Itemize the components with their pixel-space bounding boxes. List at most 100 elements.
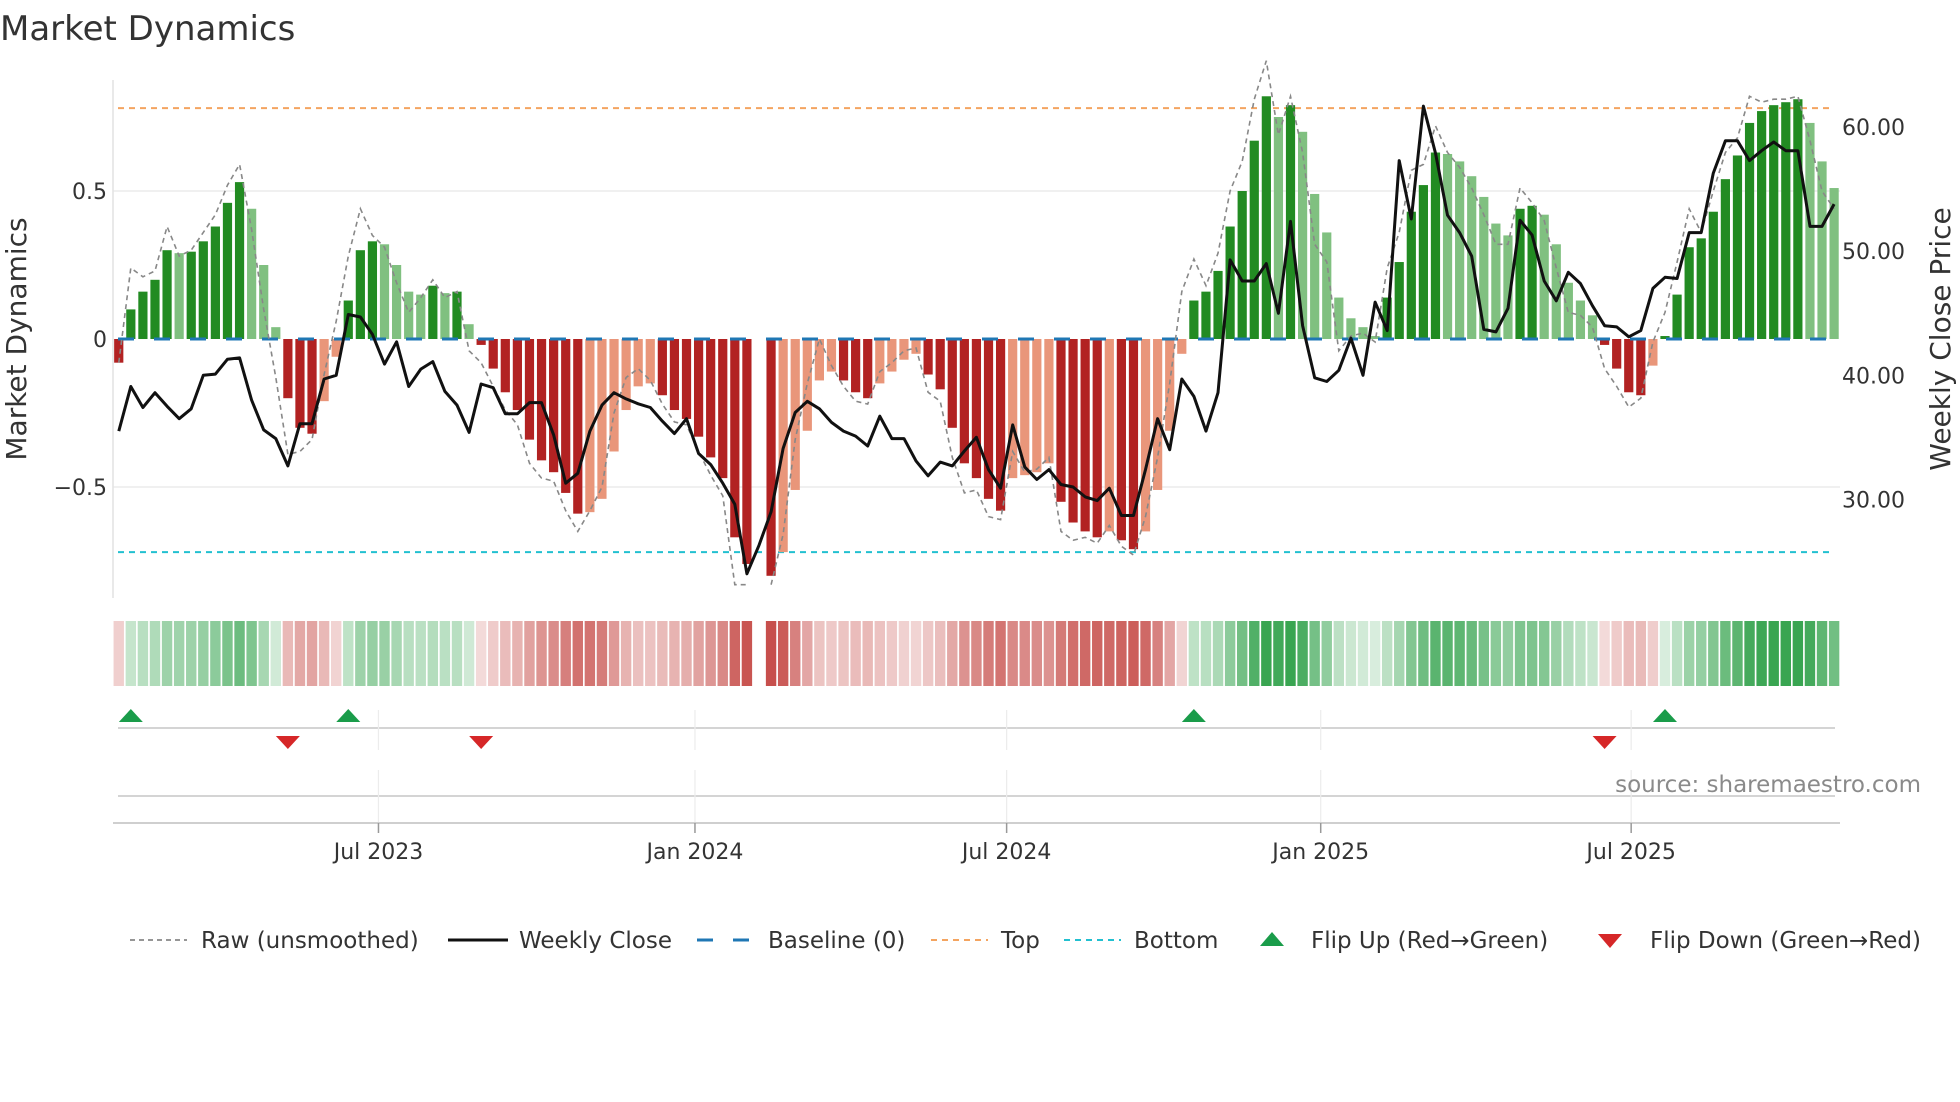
bar-positive xyxy=(1201,291,1211,339)
strip-cell xyxy=(608,621,620,686)
bar-positive xyxy=(1732,155,1743,339)
strip-cell xyxy=(1309,621,1320,686)
strip-cell xyxy=(427,621,439,686)
strip-cell xyxy=(620,621,632,686)
strip-cell xyxy=(1490,621,1502,686)
flip-up-marker xyxy=(1652,709,1677,722)
strip-cell xyxy=(1140,621,1151,686)
bar-positive xyxy=(452,291,462,339)
x-tick-label: Jul 2024 xyxy=(960,840,1052,865)
strip-cell xyxy=(1708,621,1719,686)
strip-cell xyxy=(910,621,922,686)
bar-negative xyxy=(706,339,716,458)
bar-positive xyxy=(1781,102,1791,339)
strip-cell xyxy=(1418,621,1429,686)
bar-positive xyxy=(391,265,402,339)
bar-negative xyxy=(1140,339,1151,532)
bar-negative xyxy=(633,339,643,387)
bar-positive xyxy=(174,253,184,339)
strip-cell xyxy=(1599,621,1610,686)
strip-cell xyxy=(1575,621,1586,686)
strip-cell xyxy=(475,621,487,686)
strip-cell xyxy=(1442,621,1453,686)
bar-negative xyxy=(1153,339,1163,490)
bar-positive xyxy=(1805,122,1815,339)
strip-cell xyxy=(1357,621,1369,686)
strip-cell xyxy=(1466,621,1477,686)
bar-negative xyxy=(911,339,921,354)
bar-negative xyxy=(524,339,535,440)
bar-positive xyxy=(1189,300,1199,339)
flip-up-marker xyxy=(118,709,143,722)
bar-negative xyxy=(947,339,957,428)
bar-negative xyxy=(959,339,969,464)
strip-cell xyxy=(1055,621,1067,686)
strip-cell xyxy=(717,621,728,686)
strip-cell xyxy=(1031,621,1043,686)
strip-cell xyxy=(572,621,583,686)
legend-item-raw: Raw (unsmoothed) xyxy=(130,928,419,954)
strip-cell xyxy=(922,621,934,686)
strip-cell xyxy=(1720,621,1731,686)
bar-positive xyxy=(1430,152,1441,339)
strip-cell xyxy=(1067,621,1079,686)
strip-cell xyxy=(403,621,414,686)
strip-cell xyxy=(488,621,499,686)
bar-positive xyxy=(271,327,281,339)
strip-cell xyxy=(1587,621,1598,686)
bar-positive xyxy=(222,202,233,339)
bar-negative xyxy=(1068,339,1078,523)
strip-cell xyxy=(306,621,318,686)
strip-cell xyxy=(1816,621,1828,686)
bar-negative xyxy=(1032,339,1042,473)
bar-negative xyxy=(1636,339,1646,396)
strip-cell xyxy=(439,621,451,686)
legend: Raw (unsmoothed) Weekly Close Baseline (0)… xyxy=(130,928,1921,954)
bar-positive xyxy=(367,241,378,339)
strip-cell xyxy=(669,621,680,686)
bar-positive xyxy=(1310,193,1320,339)
y-tick-label-left: −0.5 xyxy=(54,476,107,501)
bar-positive xyxy=(1394,262,1404,339)
bar-positive xyxy=(1322,232,1332,339)
bar-positive xyxy=(150,279,160,339)
legend-item-baseline: Baseline (0) xyxy=(697,928,905,954)
strip-cell xyxy=(947,621,958,686)
flip-down-marker xyxy=(469,736,494,749)
strip-cell xyxy=(1188,621,1200,686)
strip-cell xyxy=(524,621,535,686)
bar-positive xyxy=(1455,161,1465,339)
bar-negative xyxy=(863,339,873,399)
chart-title: Market Dynamics xyxy=(0,9,295,49)
bar-negative xyxy=(1104,339,1114,532)
strip-cell xyxy=(705,621,716,686)
strip-cell xyxy=(451,621,463,686)
strip-cell xyxy=(632,621,644,686)
strip-cell xyxy=(1635,621,1647,686)
legend-item-flip-down: Flip Down (Green→Red) xyxy=(1598,928,1921,954)
strip-cell xyxy=(1236,621,1248,686)
legend-label: Baseline (0) xyxy=(768,928,905,954)
strip-cell xyxy=(536,621,547,686)
strip-cell xyxy=(1514,621,1526,686)
strip-cell xyxy=(874,621,885,686)
bar-positive xyxy=(1237,191,1247,339)
bar-positive xyxy=(234,182,245,339)
bar-positive xyxy=(126,309,136,339)
strip-cell xyxy=(463,621,475,686)
strip-cell xyxy=(971,621,982,686)
strip-cell xyxy=(391,621,402,686)
strip-cell xyxy=(1297,621,1308,686)
strip-cell xyxy=(1647,621,1659,686)
flip-up-marker xyxy=(1181,709,1206,722)
strip-cell xyxy=(161,621,173,686)
bar-positive xyxy=(1418,185,1428,339)
strip-cell xyxy=(1430,621,1441,686)
bar-negative xyxy=(887,339,897,372)
strip-cell xyxy=(173,621,185,686)
legend-label: Flip Down (Green→Red) xyxy=(1650,928,1921,954)
bar-positive xyxy=(1793,99,1803,340)
strip-cell xyxy=(1321,621,1332,686)
flip-markers-panel xyxy=(118,709,1835,823)
strip-cell xyxy=(814,621,825,686)
